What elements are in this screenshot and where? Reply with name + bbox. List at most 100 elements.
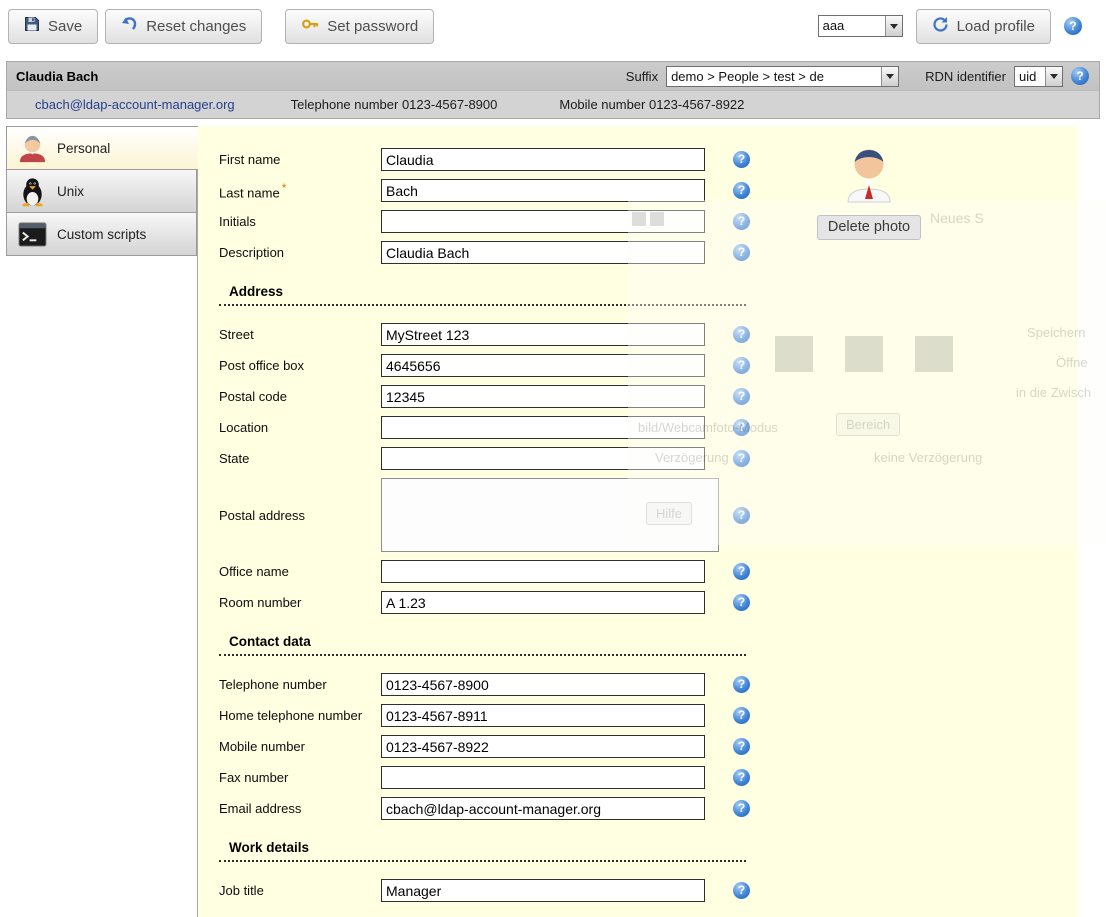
set-password-button[interactable]: Set password <box>285 9 434 44</box>
help-icon[interactable]: ? <box>733 594 750 611</box>
load-profile-button[interactable]: Load profile <box>916 9 1051 44</box>
tab-unix[interactable]: Unix <box>6 169 197 213</box>
help-icon[interactable]: ? <box>733 419 750 436</box>
help-icon[interactable]: ? <box>733 182 750 199</box>
suffix-select[interactable]: demo > People > test > de <box>666 66 899 87</box>
street-input[interactable] <box>381 323 705 346</box>
help-icon[interactable]: ? <box>733 563 750 580</box>
help-icon[interactable]: ? <box>733 244 750 261</box>
field-label: Description <box>219 245 381 260</box>
form-row: Fax number? <box>219 766 1078 789</box>
location-input[interactable] <box>381 416 705 439</box>
sidebar: Personal Unix Custom scripts <box>6 126 197 917</box>
rdn-identifier-label: RDN identifier <box>925 69 1006 84</box>
help-icon[interactable]: ? <box>1064 17 1082 35</box>
postal-code-input[interactable] <box>381 385 705 408</box>
tab-custom-scripts-label: Custom scripts <box>57 227 146 242</box>
help-icon[interactable]: ? <box>733 769 750 786</box>
email-link[interactable]: cbach@ldap-account-manager.org <box>35 97 235 112</box>
postal-address-input[interactable] <box>381 478 719 552</box>
tab-custom-scripts[interactable]: Custom scripts <box>6 212 197 256</box>
field-label: Street <box>219 327 381 342</box>
form-row: Street? <box>219 323 1078 346</box>
toolbar: Save Reset changes Set password aaa Load… <box>0 0 1106 52</box>
delete-photo-button[interactable]: Delete photo <box>817 215 921 240</box>
help-icon[interactable]: ? <box>733 213 750 230</box>
state-input[interactable] <box>381 447 705 470</box>
help-icon[interactable]: ? <box>733 738 750 755</box>
tab-personal[interactable]: Personal <box>6 126 198 170</box>
tab-unix-label: Unix <box>57 184 84 199</box>
field-label: Office name <box>219 564 381 579</box>
section-title: Contact data <box>219 634 746 656</box>
suffix-select-value: demo > People > test > de <box>667 67 829 86</box>
help-icon[interactable]: ? <box>733 882 750 899</box>
help-icon[interactable]: ? <box>733 676 750 693</box>
form-row: Mobile number? <box>219 735 1078 758</box>
home-telephone-number-input[interactable] <box>381 704 705 727</box>
profile-select[interactable]: aaa <box>818 15 903 37</box>
mobile-number-input[interactable] <box>381 735 705 758</box>
initials-input[interactable] <box>381 210 705 233</box>
account-header-controls: Suffix demo > People > test > de RDN ide… <box>626 66 1089 87</box>
field-label: Postal code <box>219 389 381 404</box>
field-label: Initials <box>219 214 381 229</box>
form-row: Post office box? <box>219 354 1078 377</box>
post-office-box-input[interactable] <box>381 354 705 377</box>
save-button[interactable]: Save <box>8 9 98 44</box>
help-icon[interactable]: ? <box>733 151 750 168</box>
account-header-row1: Claudia Bach Suffix demo > People > test… <box>7 62 1099 91</box>
reset-changes-button[interactable]: Reset changes <box>105 9 262 44</box>
form-row: Postal code? <box>219 385 1078 408</box>
page-title: Claudia Bach <box>16 69 98 84</box>
help-icon[interactable]: ? <box>733 357 750 374</box>
form-row: Location? <box>219 416 1078 439</box>
save-icon <box>24 16 40 36</box>
first-name-input[interactable] <box>381 148 705 171</box>
suffix-label: Suffix <box>626 69 658 84</box>
room-number-input[interactable] <box>381 591 705 614</box>
form-row: First name? <box>219 148 1078 171</box>
header-mobile: Mobile number 0123-4567-8922 <box>559 97 744 112</box>
help-icon[interactable]: ? <box>733 707 750 724</box>
save-button-label: Save <box>48 18 82 35</box>
form-row: Office name? <box>219 560 1078 583</box>
section-title: Address <box>219 284 746 306</box>
field-label: State <box>219 451 381 466</box>
header-telephone: Telephone number 0123-4567-8900 <box>291 97 498 112</box>
field-label: Last name* <box>219 181 381 200</box>
help-icon[interactable]: ? <box>733 450 750 467</box>
form-row: Home telephone number? <box>219 704 1078 727</box>
help-icon[interactable]: ? <box>733 800 750 817</box>
form-row: Initials? <box>219 210 1078 233</box>
toolbar-right: aaa Load profile ? <box>818 9 1082 44</box>
rdn-identifier-select[interactable]: uid <box>1014 66 1063 87</box>
tux-icon <box>17 176 48 207</box>
dropdown-arrow-icon <box>881 67 898 86</box>
help-icon[interactable]: ? <box>733 326 750 343</box>
help-icon[interactable]: ? <box>1071 67 1089 85</box>
help-icon[interactable]: ? <box>733 507 750 524</box>
reset-icon <box>121 16 138 36</box>
set-password-label: Set password <box>327 18 418 35</box>
field-label: Job title <box>219 883 381 898</box>
field-label: Email address <box>219 801 381 816</box>
last-name-input[interactable] <box>381 179 705 202</box>
form-row: Room number? <box>219 591 1078 614</box>
dropdown-arrow-icon <box>1045 67 1062 86</box>
field-label: Fax number <box>219 770 381 785</box>
job-title-input[interactable] <box>381 879 705 902</box>
form-row: Job title? <box>219 879 1078 902</box>
email-address-input[interactable] <box>381 797 705 820</box>
telephone-number-input[interactable] <box>381 673 705 696</box>
description-input[interactable] <box>381 241 705 264</box>
help-icon[interactable]: ? <box>733 388 750 405</box>
fax-number-input[interactable] <box>381 766 705 789</box>
profile-select-value: aaa <box>819 16 850 36</box>
content-panel: First name?Last name*?Initials?Descripti… <box>197 126 1078 917</box>
account-header: Claudia Bach Suffix demo > People > test… <box>6 61 1100 119</box>
reset-changes-label: Reset changes <box>146 18 246 35</box>
office-name-input[interactable] <box>381 560 705 583</box>
account-form: First name?Last name*?Initials?Descripti… <box>198 126 1078 917</box>
field-label: Postal address <box>219 508 381 523</box>
